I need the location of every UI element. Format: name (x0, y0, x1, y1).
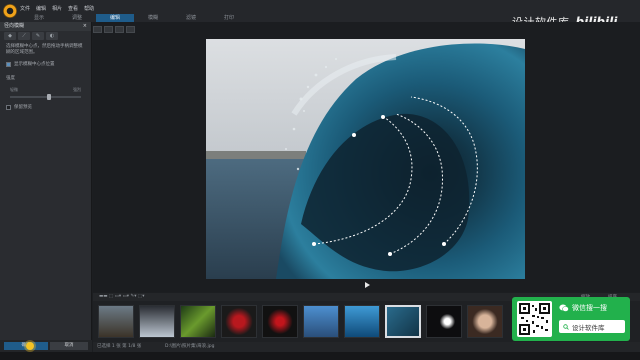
brush-tool-icon[interactable]: ✎ (32, 32, 44, 40)
qr-code (517, 301, 552, 337)
panel-footer: 确定 取消 (0, 340, 92, 352)
thumbnail[interactable] (303, 305, 339, 338)
wechat-title-row: 微信搜一搜 (559, 303, 607, 313)
view-compare-icon[interactable] (115, 26, 124, 33)
menu-bar: 文件 编辑 相片 查看 帮助 (20, 5, 94, 12)
tab-edit[interactable]: 编辑 (96, 14, 134, 22)
filmstrip-tools[interactable]: ▬▬ ⬚ ▭▾ ▭▾ ✎▾ ⬚▾ (99, 294, 144, 299)
left-panel: 径向模糊 × ◆ ⟋ ✎ ◐ 选择模糊中心点，然后拖动手柄调整模糊的区域范围。 … (0, 22, 92, 352)
thumbnail[interactable] (426, 305, 462, 338)
select-tool-icon[interactable]: ◆ (4, 32, 16, 40)
view-toolbar (93, 26, 135, 33)
wechat-title: 微信搜一搜 (572, 304, 607, 312)
search-icon (563, 323, 569, 330)
checkbox-box[interactable] (6, 61, 11, 67)
slider-labels: 轻微 强烈 (0, 85, 91, 93)
line-tool-icon[interactable]: ⟋ (18, 32, 30, 40)
wave-image (206, 39, 525, 279)
show-center-label: 显示模糊中心点位置 (14, 62, 55, 67)
thumbnail[interactable] (262, 305, 298, 338)
amount-label: 强度 (6, 76, 15, 81)
tab-display[interactable]: 显示 (20, 14, 58, 22)
slider-min-label: 轻微 (10, 87, 18, 92)
tab-filter[interactable]: 滤镜 (172, 14, 210, 22)
close-icon[interactable]: × (83, 22, 87, 31)
window-edge (0, 352, 640, 360)
checkbox-box[interactable] (6, 104, 11, 110)
thumbnail[interactable] (98, 305, 134, 338)
mode-tabs: 显示 调整 编辑 模糊 滤镜 打印 (20, 14, 248, 22)
file-path: D:\图片\照片集\海浪.jpg (165, 344, 215, 349)
thumbnail[interactable] (221, 305, 257, 338)
preview-checkbox[interactable]: 保留预览 (0, 102, 91, 112)
tab-blur[interactable]: 模糊 (134, 14, 172, 22)
menu-edit[interactable]: 编辑 (36, 5, 46, 12)
cancel-button[interactable]: 取消 (50, 342, 88, 350)
status-bar: 已选择 1 张 第 1/8 张 D:\图片\照片集\海浪.jpg (93, 342, 640, 352)
thumbnail-selected[interactable] (385, 305, 421, 338)
title-bar: 文件 编辑 相片 查看 帮助 显示 调整 编辑 模糊 滤镜 打印 设计软件库 b… (0, 0, 640, 29)
view-split-icon[interactable] (104, 26, 113, 33)
mask-tool-icon[interactable]: ◐ (46, 32, 58, 40)
menu-view[interactable]: 查看 (68, 5, 78, 12)
slider-knob[interactable] (47, 94, 52, 100)
panel-description: 选择模糊中心点，然后拖动手柄调整模糊的区域范围。 (6, 44, 83, 55)
show-center-checkbox[interactable]: 显示模糊中心点位置 (0, 59, 91, 69)
selection-count: 已选择 1 张 第 1/8 张 (97, 344, 142, 349)
view-single-icon[interactable] (93, 26, 102, 33)
menu-help[interactable]: 帮助 (84, 5, 94, 12)
thumbnail[interactable] (344, 305, 380, 338)
wechat-search-field[interactable]: 设计软件库 (559, 320, 625, 333)
tool-row: ◆ ⟋ ✎ ◐ (0, 31, 91, 41)
wave-photo[interactable] (206, 39, 525, 279)
click-indicator (26, 342, 34, 350)
menu-file[interactable]: 文件 (20, 5, 30, 12)
panel-title: 径向模糊 (4, 23, 25, 29)
tab-print[interactable]: 打印 (210, 14, 248, 22)
thumbnail[interactable] (139, 305, 175, 338)
view-fit-icon[interactable] (126, 26, 135, 33)
amount-slider[interactable] (10, 94, 81, 100)
tab-adjust[interactable]: 调整 (58, 14, 96, 22)
thumbnail[interactable] (467, 305, 503, 338)
qr-code-icon (519, 303, 550, 335)
wechat-search-text: 设计软件库 (572, 323, 605, 332)
cursor-icon (365, 282, 370, 288)
app-logo-icon (3, 4, 17, 18)
wechat-promo: 微信搜一搜 设计软件库 (512, 297, 630, 341)
menu-photo[interactable]: 相片 (52, 5, 62, 12)
thumbnail[interactable] (180, 305, 216, 338)
panel-header: 径向模糊 × (0, 22, 91, 31)
wechat-icon (559, 304, 569, 312)
slider-max-label: 强烈 (73, 87, 81, 92)
preview-label: 保留预览 (14, 105, 32, 110)
